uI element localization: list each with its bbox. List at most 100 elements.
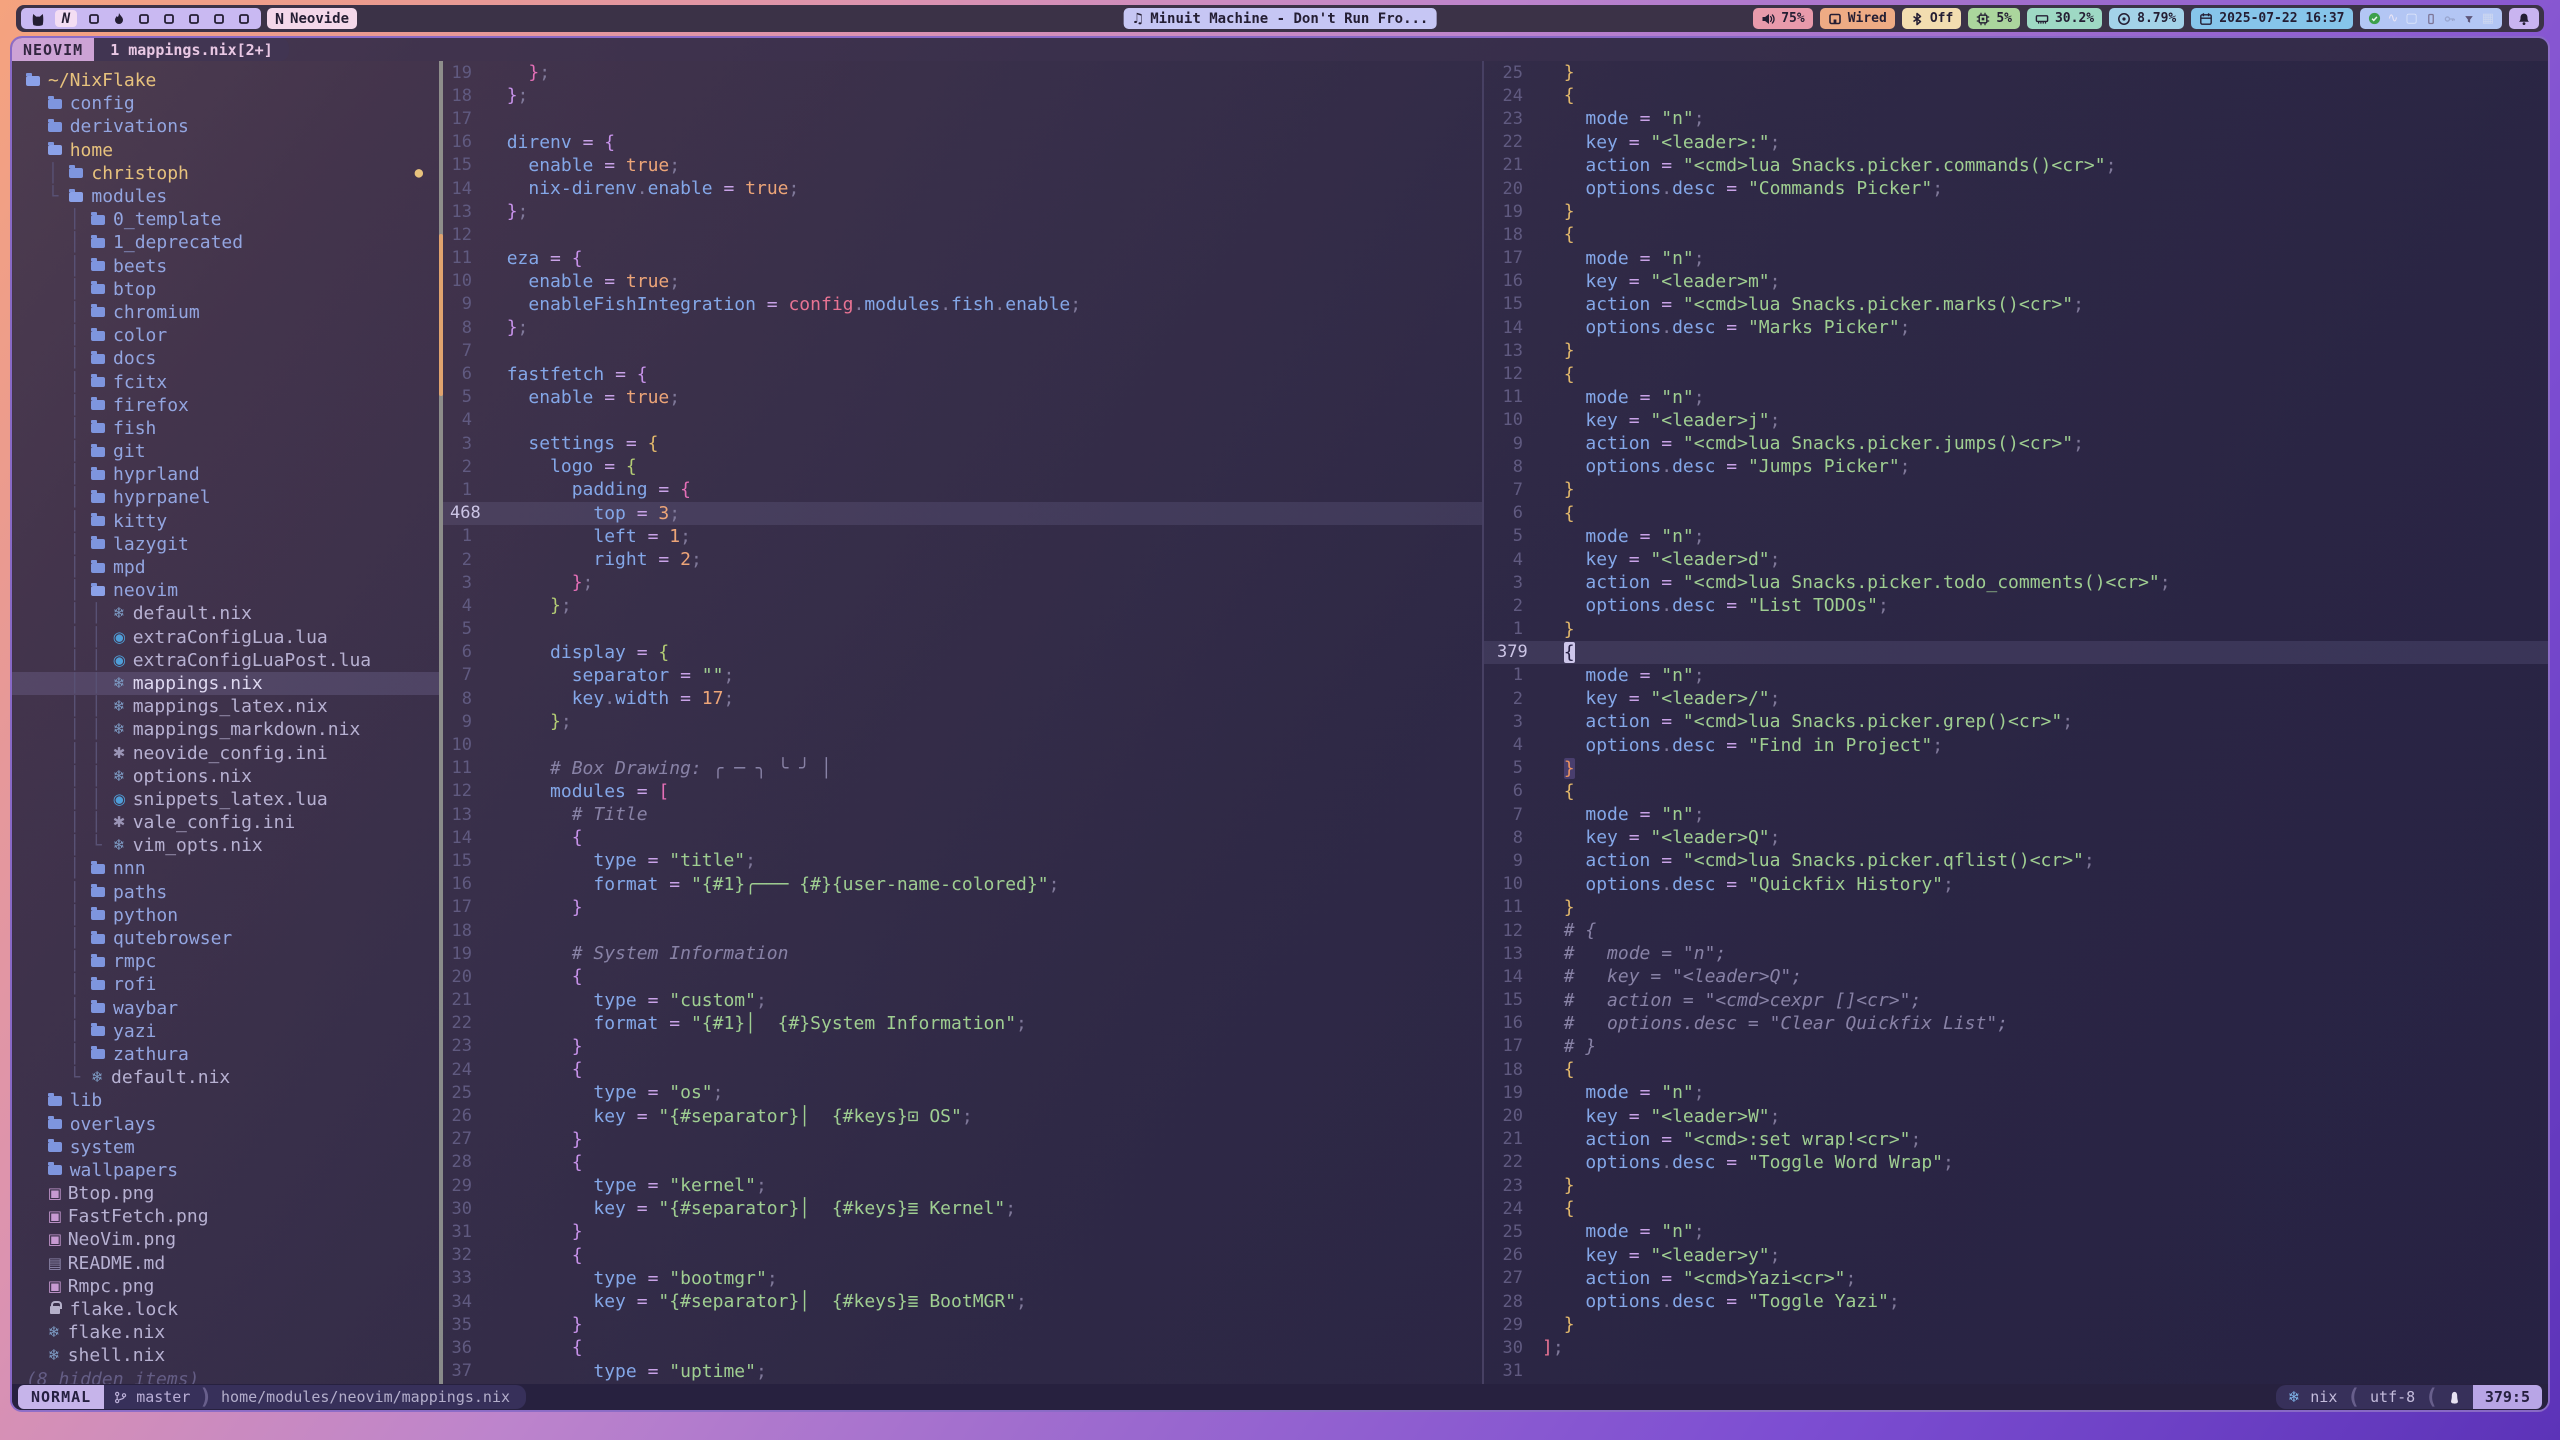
disk-module[interactable]: 8.79%	[2109, 8, 2184, 29]
tree-item-mappings_markdown.nix[interactable]: │ │ ❄mappings_markdown.nix	[12, 718, 439, 741]
buffer-tab[interactable]: 1 mappings.nix[2+]	[94, 38, 289, 61]
code-line[interactable]: 22 key = "<leader>:";	[1484, 131, 2548, 154]
code-line[interactable]: 17 }	[443, 896, 1482, 919]
code-line[interactable]: 18 {	[1484, 1058, 2548, 1081]
workspace-square[interactable]	[136, 10, 152, 27]
code-line[interactable]: 25 mode = "n";	[1484, 1220, 2548, 1243]
workspaces-module[interactable]: N	[21, 8, 261, 29]
code-line[interactable]: 1 padding = {	[443, 478, 1482, 501]
code-line[interactable]: 33 type = "bootmgr";	[443, 1267, 1482, 1290]
code-line[interactable]: 6 fastfetch = {	[443, 362, 1482, 385]
tree-item-vale_config.ini[interactable]: │ │ ✱vale_config.ini	[12, 811, 439, 834]
code-line[interactable]: 2 right = 2;	[443, 548, 1482, 571]
code-line[interactable]: 8 };	[443, 316, 1482, 339]
tree-item-rmpc[interactable]: │ rmpc	[12, 950, 439, 973]
code-line[interactable]: 27 }	[443, 1128, 1482, 1151]
memory-module[interactable]: 30.2%	[2027, 8, 2102, 29]
code-line[interactable]: 3 action = "<cmd>lua Snacks.picker.todo_…	[1484, 571, 2548, 594]
tree-item-system[interactable]: system	[12, 1136, 439, 1159]
code-line[interactable]: 16 direnv = {	[443, 131, 1482, 154]
code-line[interactable]: 24 {	[1484, 84, 2548, 107]
tree-item-zathura[interactable]: │ zathura	[12, 1043, 439, 1066]
grid-icon[interactable]: ▦	[2482, 11, 2494, 26]
tree-item-extraConfigLua.lua[interactable]: │ │ ◉extraConfigLua.lua	[12, 626, 439, 649]
code-line[interactable]: 27 action = "<cmd>Yazi<cr>";	[1484, 1267, 2548, 1290]
code-line[interactable]: 23 mode = "n";	[1484, 107, 2548, 130]
bluetooth-module[interactable]: Off	[1902, 8, 1961, 29]
tree-item-python[interactable]: │ python	[12, 904, 439, 927]
wave-icon[interactable]: ∿	[2388, 11, 2399, 26]
code-pane-right[interactable]: 25 }24 {23 mode = "n";22 key = "<leader>…	[1484, 61, 2548, 1384]
tree-item-NixFlake[interactable]: ~/NixFlake	[12, 69, 439, 92]
tree-item-FastFetch.png[interactable]: ▣FastFetch.png	[12, 1205, 439, 1228]
code-line[interactable]: 10 options.desc = "Quickfix History";	[1484, 873, 2548, 896]
tree-item-overlays[interactable]: overlays	[12, 1112, 439, 1135]
code-line[interactable]: 4 };	[443, 594, 1482, 617]
code-line[interactable]: 12 modules = [	[443, 780, 1482, 803]
code-line[interactable]: 9 };	[443, 710, 1482, 733]
code-line[interactable]: 21 action = "<cmd>lua Snacks.picker.comm…	[1484, 154, 2548, 177]
tree-item-config[interactable]: config	[12, 92, 439, 115]
code-line[interactable]: 19 # System Information	[443, 942, 1482, 965]
tree-item-flake.lock[interactable]: flake.lock	[12, 1298, 439, 1321]
code-line[interactable]: 22 format = "{#1}│ {#}System Information…	[443, 1012, 1482, 1035]
code-line[interactable]: 31 }	[443, 1220, 1482, 1243]
code-line[interactable]: 17 mode = "n";	[1484, 247, 2548, 270]
code-line[interactable]: 14 {	[443, 826, 1482, 849]
code-line[interactable]: 28 options.desc = "Toggle Yazi";	[1484, 1290, 2548, 1313]
tree-separator[interactable]	[439, 61, 443, 1384]
tree-item-8hiddenitems[interactable]: (8 hidden items)	[12, 1368, 439, 1385]
tree-item-neovide_config.ini[interactable]: │ │ ✱neovide_config.ini	[12, 741, 439, 764]
code-line[interactable]: 6 {	[1484, 780, 2548, 803]
tree-item-0_template[interactable]: │ 0_template	[12, 208, 439, 231]
tree-item-btop[interactable]: │ btop	[12, 278, 439, 301]
code-line[interactable]: 19 mode = "n";	[1484, 1081, 2548, 1104]
funnel-icon[interactable]	[2463, 13, 2475, 25]
tree-item-firefox[interactable]: │ firefox	[12, 394, 439, 417]
workspace-neovim[interactable]: N	[55, 10, 77, 27]
tree-item-christoph[interactable]: │ christoph●	[12, 162, 439, 185]
tree-item-color[interactable]: │ color	[12, 324, 439, 347]
tree-item-README.md[interactable]: ▤README.md	[12, 1252, 439, 1275]
code-line[interactable]: 13 # Title	[443, 803, 1482, 826]
tree-item-shell.nix[interactable]: ❄shell.nix	[12, 1344, 439, 1367]
code-line[interactable]: 4 options.desc = "Find in Project";	[1484, 733, 2548, 756]
tree-item-mpd[interactable]: │ mpd	[12, 556, 439, 579]
tree-item-Btop.png[interactable]: ▣Btop.png	[12, 1182, 439, 1205]
key-icon[interactable]	[2444, 13, 2456, 25]
code-line[interactable]: 20 {	[443, 965, 1482, 988]
code-line[interactable]: 11 }	[1484, 896, 2548, 919]
code-line[interactable]: 4 key = "<leader>d";	[1484, 548, 2548, 571]
file-tree[interactable]: ~/NixFlake config derivations home │ chr…	[12, 61, 439, 1384]
tree-item-snippets_latex.lua[interactable]: │ │ ◉snippets_latex.lua	[12, 788, 439, 811]
tree-item-1_deprecated[interactable]: │ 1_deprecated	[12, 231, 439, 254]
code-line[interactable]: 3 };	[443, 571, 1482, 594]
tree-item-wallpapers[interactable]: wallpapers	[12, 1159, 439, 1182]
code-line[interactable]: 4	[443, 409, 1482, 432]
code-line[interactable]: 35 }	[443, 1313, 1482, 1336]
code-line[interactable]: 15 type = "title";	[443, 849, 1482, 872]
code-line[interactable]: 15 action = "<cmd>lua Snacks.picker.mark…	[1484, 293, 2548, 316]
tree-item-qutebrowser[interactable]: │ qutebrowser	[12, 927, 439, 950]
tree-item-Rmpc.png[interactable]: ▣Rmpc.png	[12, 1275, 439, 1298]
code-line[interactable]: 26 key = "{#separator}│ {#keys}⊡ OS";	[443, 1104, 1482, 1127]
tree-item-lazygit[interactable]: │ lazygit	[12, 533, 439, 556]
code-line[interactable]: 20 key = "<leader>W";	[1484, 1104, 2548, 1127]
tree-item-paths[interactable]: │ paths	[12, 881, 439, 904]
code-line[interactable]: 2 key = "<leader>/";	[1484, 687, 2548, 710]
code-line[interactable]: 21 action = "<cmd>:set wrap!<cr>";	[1484, 1128, 2548, 1151]
code-line[interactable]: 17	[443, 107, 1482, 130]
tree-item-mappings_latex.nix[interactable]: │ │ ❄mappings_latex.nix	[12, 695, 439, 718]
tree-item-fish[interactable]: │ fish	[12, 417, 439, 440]
tree-item-default.nix[interactable]: └ ❄default.nix	[12, 1066, 439, 1089]
code-line[interactable]: 24 {	[443, 1058, 1482, 1081]
workspace-cat[interactable]	[30, 10, 46, 27]
code-line[interactable]: 13 };	[443, 200, 1482, 223]
code-line[interactable]: 1 left = 1;	[443, 525, 1482, 548]
code-line[interactable]: 19 }	[1484, 200, 2548, 223]
code-line[interactable]: 8 key = "<leader>Q";	[1484, 826, 2548, 849]
tree-item-neovim[interactable]: │ neovim	[12, 579, 439, 602]
code-line[interactable]: 29 type = "kernel";	[443, 1174, 1482, 1197]
code-line[interactable]: 6 display = {	[443, 641, 1482, 664]
code-line[interactable]: 23 }	[443, 1035, 1482, 1058]
